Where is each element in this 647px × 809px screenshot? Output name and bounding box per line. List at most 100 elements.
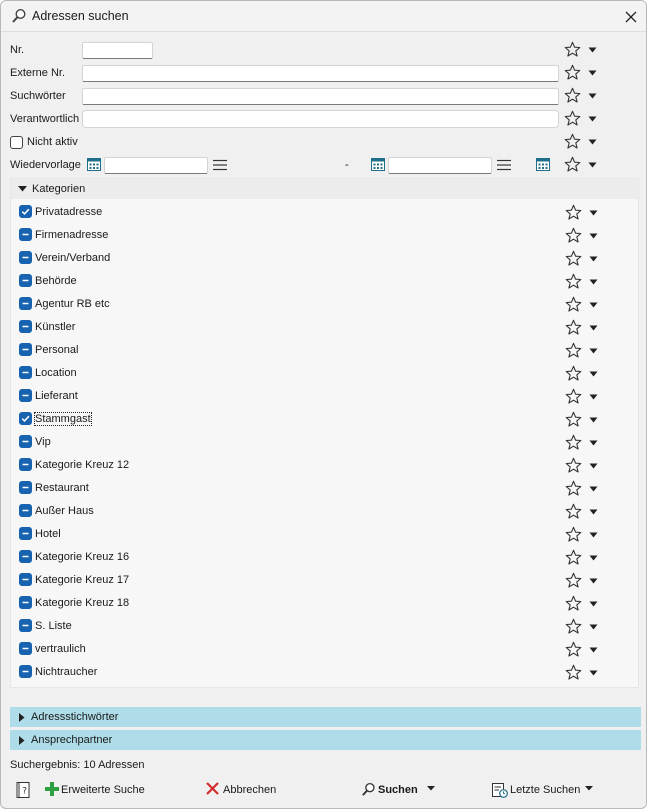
chevron-down-icon[interactable] (589, 394, 598, 400)
calendar-icon[interactable] (536, 157, 550, 171)
chevron-down-icon[interactable] (589, 210, 598, 216)
letzte-suchen-button[interactable]: Letzte Suchen (492, 780, 582, 798)
kategorie-label[interactable]: Verein/Verband (35, 252, 110, 264)
chevron-down-icon[interactable] (589, 302, 598, 308)
kategorie-label[interactable]: Privatadresse (35, 206, 102, 218)
kategorie-checkbox[interactable] (19, 642, 32, 655)
section-adressstichwoerter[interactable]: Adressstichwörter (10, 707, 641, 727)
star-icon[interactable] (565, 365, 582, 382)
star-icon[interactable] (564, 41, 581, 58)
chevron-down-icon[interactable] (589, 417, 598, 423)
kategorie-checkbox[interactable] (19, 251, 32, 264)
chevron-down-icon[interactable] (589, 486, 598, 492)
star-icon[interactable] (565, 296, 582, 313)
kategorie-label[interactable]: Kategorie Kreuz 17 (35, 574, 129, 586)
kategorie-checkbox[interactable] (19, 205, 32, 218)
kategorie-checkbox[interactable] (19, 504, 32, 517)
kategorie-label[interactable]: Kategorie Kreuz 18 (35, 597, 129, 609)
kategorie-label[interactable]: Agentur RB etc (35, 298, 110, 310)
kategorie-label[interactable]: S. Liste (35, 620, 72, 632)
star-icon[interactable] (565, 204, 582, 221)
kategorie-checkbox[interactable] (19, 412, 32, 425)
kategorie-label[interactable]: Location (35, 367, 77, 379)
kategorie-label[interactable]: Außer Haus (35, 505, 94, 517)
chevron-down-icon[interactable] (588, 139, 597, 145)
star-icon[interactable] (565, 457, 582, 474)
chevron-down-icon[interactable] (589, 233, 598, 239)
star-icon[interactable] (565, 503, 582, 520)
kategorie-label[interactable]: Restaurant (35, 482, 89, 494)
chevron-down-icon[interactable] (588, 70, 597, 76)
chevron-down-icon[interactable] (589, 555, 598, 561)
chevron-down-icon[interactable] (589, 440, 598, 446)
close-icon[interactable] (622, 8, 640, 26)
kategorie-checkbox[interactable] (19, 458, 32, 471)
wiedervorlage-from-input[interactable] (104, 157, 208, 174)
kategorie-checkbox[interactable] (19, 596, 32, 609)
suchen-button[interactable]: Suchen (361, 780, 423, 798)
chevron-down-icon[interactable] (589, 601, 598, 607)
star-icon[interactable] (565, 411, 582, 428)
chevron-down-icon[interactable] (589, 348, 598, 354)
letzte-suchen-dropdown-icon[interactable] (585, 786, 593, 791)
kategorie-checkbox[interactable] (19, 320, 32, 333)
section-ansprechpartner[interactable]: Ansprechpartner (10, 730, 641, 750)
star-icon[interactable] (564, 87, 581, 104)
kategorie-checkbox[interactable] (19, 527, 32, 540)
kategorie-checkbox[interactable] (19, 550, 32, 563)
suchen-dropdown-icon[interactable] (427, 786, 435, 791)
chevron-down-icon[interactable] (588, 93, 597, 99)
suchwoerter-input[interactable] (82, 88, 559, 105)
chevron-down-icon[interactable] (589, 371, 598, 377)
kategorie-checkbox[interactable] (19, 297, 32, 310)
kategorie-checkbox[interactable] (19, 619, 32, 632)
chevron-down-icon[interactable] (588, 47, 597, 53)
star-icon[interactable] (565, 388, 582, 405)
star-icon[interactable] (564, 133, 581, 150)
help-button[interactable]: ? (16, 780, 32, 798)
kategorie-checkbox[interactable] (19, 366, 32, 379)
chevron-down-icon[interactable] (589, 578, 598, 584)
star-icon[interactable] (564, 156, 581, 173)
kategorie-checkbox[interactable] (19, 573, 32, 586)
chevron-down-icon[interactable] (589, 647, 598, 653)
menu-icon[interactable] (213, 159, 227, 171)
kategorie-checkbox[interactable] (19, 665, 32, 678)
kategorie-label[interactable]: Künstler (35, 321, 75, 333)
externe-nr-input[interactable] (82, 65, 559, 82)
verantwortlich-select[interactable] (82, 110, 559, 128)
kategorie-checkbox[interactable] (19, 343, 32, 356)
kategorie-checkbox[interactable] (19, 481, 32, 494)
star-icon[interactable] (565, 227, 582, 244)
star-icon[interactable] (565, 250, 582, 267)
kategorie-checkbox[interactable] (19, 389, 32, 402)
wiedervorlage-to-input[interactable] (388, 157, 492, 174)
nr-input[interactable] (82, 42, 153, 59)
star-icon[interactable] (565, 618, 582, 635)
kategorie-label[interactable]: vertraulich (35, 643, 86, 655)
kategorie-label[interactable]: Personal (35, 344, 78, 356)
chevron-down-icon[interactable] (588, 116, 597, 122)
nicht-aktiv-checkbox[interactable] (10, 136, 23, 149)
kategorie-label[interactable]: Firmenadresse (35, 229, 108, 241)
star-icon[interactable] (564, 110, 581, 127)
chevron-down-icon[interactable] (589, 256, 598, 262)
menu-icon[interactable] (497, 159, 511, 171)
star-icon[interactable] (565, 549, 582, 566)
chevron-down-icon[interactable] (589, 624, 598, 630)
chevron-down-icon[interactable] (589, 463, 598, 469)
kategorie-label[interactable]: Vip (35, 436, 51, 448)
kategorien-header[interactable]: Kategorien (11, 179, 640, 199)
kategorie-label[interactable]: Kategorie Kreuz 16 (35, 551, 129, 563)
kategorie-label[interactable]: Behörde (35, 275, 77, 287)
calendar-icon[interactable] (87, 157, 101, 171)
star-icon[interactable] (565, 480, 582, 497)
calendar-icon[interactable] (371, 157, 385, 171)
star-icon[interactable] (565, 664, 582, 681)
chevron-down-icon[interactable] (589, 532, 598, 538)
kategorie-label[interactable]: Nichtraucher (35, 666, 97, 678)
kategorie-label[interactable]: Kategorie Kreuz 12 (35, 459, 129, 471)
erweiterte-suche-button[interactable]: Erweiterte Suche (45, 780, 145, 798)
kategorie-label[interactable]: Stammgast (34, 412, 92, 426)
star-icon[interactable] (565, 572, 582, 589)
